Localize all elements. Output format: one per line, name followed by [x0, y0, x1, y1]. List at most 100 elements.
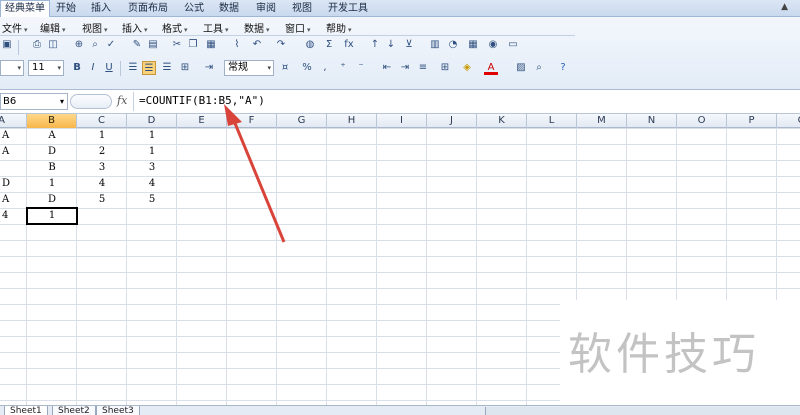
cell-c4[interactable]: 4 — [77, 176, 127, 192]
bold-icon[interactable]: B — [70, 61, 84, 75]
cell-c3[interactable]: 3 — [77, 160, 127, 176]
column-header-f[interactable]: F — [227, 114, 277, 128]
menu-view[interactable]: 视图 ▾ — [82, 20, 108, 35]
paste-icon[interactable]: ▦ — [204, 38, 218, 52]
column-header-i[interactable]: I — [377, 114, 427, 128]
menu-data[interactable]: 数据 ▾ — [244, 20, 270, 35]
cell-b1[interactable]: A — [27, 128, 77, 144]
indent-icon[interactable]: ≡ — [416, 61, 430, 75]
merge-center-icon[interactable]: ⊞ — [178, 61, 192, 75]
column-header-a[interactable]: A — [0, 114, 27, 128]
tab-developer[interactable]: 开发工具 — [324, 2, 372, 16]
research-icon[interactable]: ⌕ — [88, 38, 102, 52]
sheet-tab-1[interactable]: Sheet1 — [4, 406, 48, 415]
cell-d4[interactable]: 4 — [127, 176, 177, 192]
format-painter-icon[interactable]: ✎ — [130, 38, 144, 52]
cell-c2[interactable]: 2 — [77, 144, 127, 160]
decrease-decimal-icon[interactable]: ⁻ — [354, 61, 368, 75]
permission-icon[interactable]: ⊕ — [72, 38, 86, 52]
font-color-icon[interactable]: A — [484, 61, 498, 75]
font-size-select[interactable]: 11 ▾ — [28, 60, 64, 76]
cell-d1[interactable]: 1 — [127, 128, 177, 144]
column-header-q[interactable]: Q — [777, 114, 800, 128]
table-icon[interactable]: ▦ — [466, 38, 480, 52]
style-icon[interactable]: ▨ — [514, 61, 528, 75]
tab-insert[interactable]: 插入 — [87, 2, 115, 16]
cell-a6[interactable]: 4 — [0, 208, 27, 224]
cell-a5[interactable]: A — [0, 192, 27, 208]
column-header-p[interactable]: P — [727, 114, 777, 128]
tab-view[interactable]: 视图 — [288, 2, 316, 16]
redo-icon[interactable]: ↷ — [274, 38, 288, 52]
comma-icon[interactable]: , — [318, 61, 332, 75]
copy-icon[interactable]: ❐ — [186, 38, 200, 52]
increase-decimal-icon[interactable]: ⁺ — [336, 61, 350, 75]
menu-help[interactable]: 帮助 ▾ — [326, 20, 352, 35]
tab-data[interactable]: 数据 — [215, 2, 243, 16]
cell-a1[interactable]: A — [0, 128, 27, 144]
menu-edit[interactable]: 编辑 ▾ — [40, 20, 66, 35]
number-format-select[interactable]: 常规 ▾ — [224, 60, 274, 76]
column-header-m[interactable]: M — [577, 114, 627, 128]
column-header-o[interactable]: O — [677, 114, 727, 128]
column-header-l[interactable]: L — [527, 114, 577, 128]
column-header-e[interactable]: E — [177, 114, 227, 128]
borders-icon[interactable]: ⊞ — [438, 61, 452, 75]
cell-d3[interactable]: 3 — [127, 160, 177, 176]
percent-icon[interactable]: % — [300, 61, 314, 75]
font-name-select[interactable]: ▾ — [0, 60, 24, 76]
ribbon-minimize-icon[interactable]: ▲ — [781, 2, 788, 12]
menu-format[interactable]: 格式 ▾ — [162, 20, 188, 35]
italic-icon[interactable]: I — [86, 61, 100, 75]
align-left-icon[interactable]: ☰ — [126, 61, 140, 75]
cell-c1[interactable]: 1 — [77, 128, 127, 144]
wrap-icon[interactable]: ⇥ — [202, 61, 216, 75]
align-center-icon[interactable]: ☰ — [142, 61, 156, 75]
shapes-icon[interactable]: ◉ — [486, 38, 500, 52]
column-header-h[interactable]: H — [327, 114, 377, 128]
autosum-icon[interactable]: Σ — [322, 38, 336, 52]
underline-icon[interactable]: U — [102, 61, 116, 75]
tab-review[interactable]: 审阅 — [252, 2, 280, 16]
function-icon[interactable]: fx — [342, 38, 356, 52]
cell-b2[interactable]: D — [27, 144, 77, 160]
cell-b4[interactable]: 1 — [27, 176, 77, 192]
align-right-icon[interactable]: ☰ — [160, 61, 174, 75]
spelling-icon[interactable]: ✓ — [104, 38, 118, 52]
sheet-tab-2[interactable]: Sheet2 — [52, 406, 96, 415]
column-header-d[interactable]: D — [127, 114, 177, 128]
column-header-b[interactable]: B — [27, 114, 77, 128]
formula-input[interactable]: =COUNTIF(B1:B5,"A") — [133, 92, 800, 111]
tab-page-layout[interactable]: 页面布局 — [124, 2, 172, 16]
cell-d2[interactable]: 1 — [127, 144, 177, 160]
help-icon[interactable]: ? — [556, 61, 570, 75]
column-header-n[interactable]: N — [627, 114, 677, 128]
zoom-icon[interactable]: ⌕ — [532, 61, 546, 75]
sheet-tab-3[interactable]: Sheet3 — [96, 406, 140, 415]
cell-d5[interactable]: 5 — [127, 192, 177, 208]
column-header-j[interactable]: J — [427, 114, 477, 128]
tab-home[interactable]: 开始 — [52, 2, 80, 16]
column-header-k[interactable]: K — [477, 114, 527, 128]
fill-color-icon[interactable]: ◈ — [460, 61, 474, 75]
brush-icon[interactable]: ⌇ — [230, 38, 244, 52]
cell-a2[interactable]: A — [0, 144, 27, 160]
currency-icon[interactable]: ¤ — [278, 61, 292, 75]
filter-icon[interactable]: ⊻ — [402, 38, 416, 52]
sort-descending-icon[interactable]: ↓ — [384, 38, 398, 52]
save-icon[interactable]: ▣ — [0, 38, 14, 52]
formula-oval-button[interactable] — [70, 94, 112, 109]
column-header-c[interactable]: C — [77, 114, 127, 128]
undo-icon[interactable]: ↶ — [250, 38, 264, 52]
hyperlink-icon[interactable]: ◍ — [303, 38, 317, 52]
menu-file[interactable]: 文件 ▾ — [2, 20, 28, 35]
menu-tools[interactable]: 工具 ▾ — [203, 20, 229, 35]
column-header-g[interactable]: G — [277, 114, 327, 128]
cell-c5[interactable]: 5 — [77, 192, 127, 208]
folder-icon[interactable]: ▭ — [506, 38, 520, 52]
menu-insert[interactable]: 插入 ▾ — [122, 20, 148, 35]
chart-icon[interactable]: ▥ — [428, 38, 442, 52]
name-box[interactable]: B6 ▾ — [0, 93, 68, 110]
print-icon[interactable]: ⎙ — [30, 38, 44, 52]
paste-special-icon[interactable]: ▤ — [146, 38, 160, 52]
